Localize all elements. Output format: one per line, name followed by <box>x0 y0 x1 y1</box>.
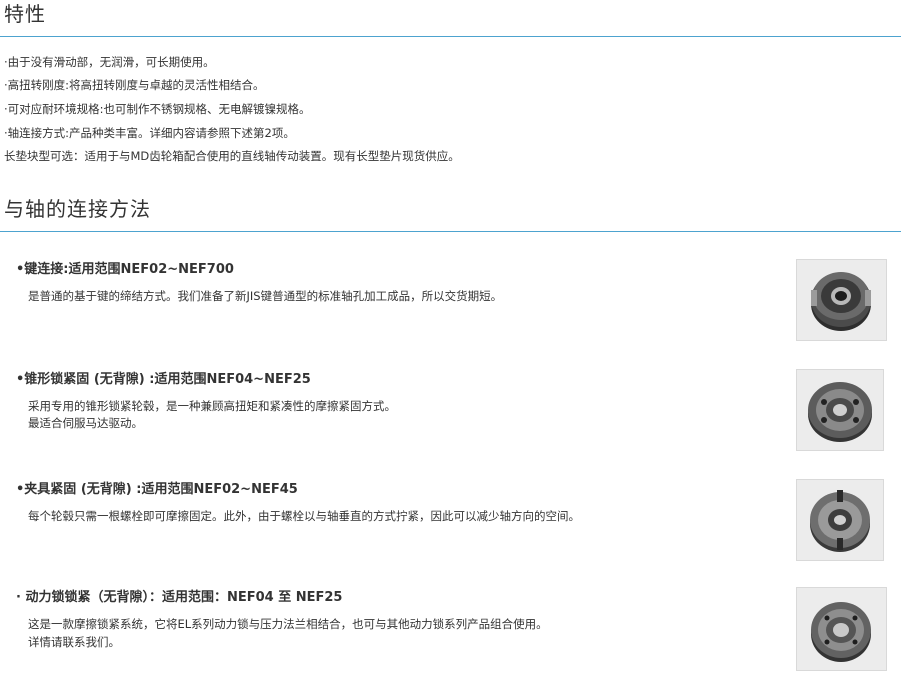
connection-methods-title: 与轴的连接方法 <box>4 197 151 221</box>
coupling-clamp-image <box>796 479 884 561</box>
feature-item: ·可对应耐环境规格:也可制作不锈钢规格、无电解镀镍规格。 <box>4 102 311 116</box>
method-power-lock-title: · 动力锁锁紧（无背隙）：适用范围：NEF04 至 NEF25 <box>16 590 343 605</box>
method-key-title: •键连接:适用范围NEF02~NEF700 <box>16 262 234 277</box>
method-taper-lock-title: •锥形锁紧固 (无背隙) :适用范围NEF04~NEF25 <box>16 372 311 387</box>
feature-item: 长垫块型可选：适用于与MD齿轮箱配合使用的直线轴传动装置。现有长型垫片现货供应。 <box>4 149 460 163</box>
method-key-desc: 是普通的基于键的缔结方式。我们准备了新JIS键普通型的标准轴孔加工成品，所以交货… <box>28 289 503 303</box>
feature-item: ·由于没有滑动部，无润滑，可长期使用。 <box>4 55 215 69</box>
method-clamp-title: •夹具紧固 (无背隙) :适用范围NEF02~NEF45 <box>16 482 298 497</box>
coupling-key-image <box>796 259 887 341</box>
coupling-taper-lock-image <box>796 369 884 451</box>
features-title: 特性 <box>4 2 46 26</box>
method-power-lock-desc: 这是一款摩擦锁紧系统，它将EL系列动力锁与压力法兰相结合，也可与其他动力锁系列产… <box>28 617 548 631</box>
coupling-power-lock-image <box>796 587 887 671</box>
feature-item: ·轴连接方式:产品种类丰富。详细内容请参照下述第2项。 <box>4 126 295 140</box>
method-taper-lock-desc: 采用专用的锥形锁紧轮毂，是一种兼顾高扭矩和紧凑性的摩擦紧固方式。 <box>28 399 396 413</box>
features-divider <box>0 36 901 37</box>
method-taper-lock-desc: 最适合伺服马达驱动。 <box>28 416 143 430</box>
method-clamp-desc: 每个轮毂只需一根螺栓即可摩擦固定。此外，由于螺栓以与轴垂直的方式拧紧，因此可以减… <box>28 509 580 523</box>
feature-item: ·高扭转刚度:将高扭转刚度与卓越的灵活性相结合。 <box>4 78 265 92</box>
method-power-lock-desc: 详情请联系我们。 <box>28 635 120 649</box>
methods-divider <box>0 231 901 232</box>
